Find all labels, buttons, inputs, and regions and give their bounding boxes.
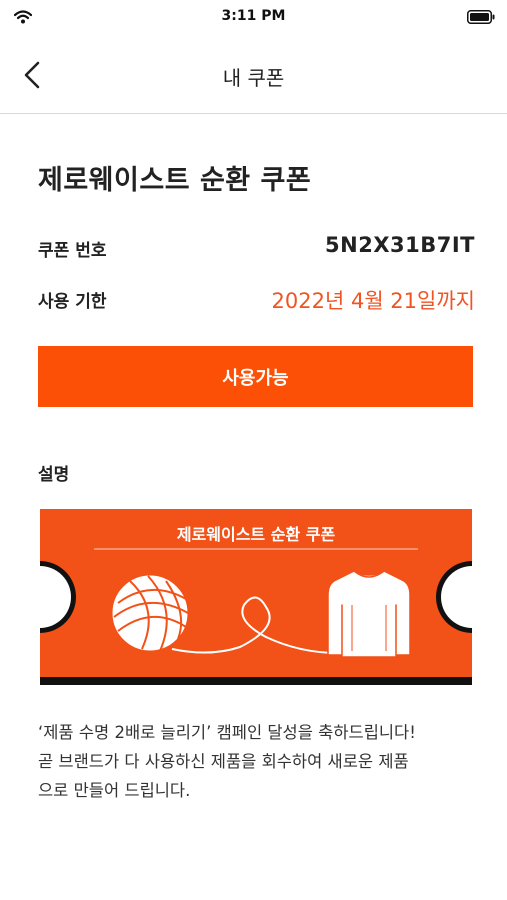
message-line: 으로 만들어 드립니다. <box>38 781 191 800</box>
yarn-string <box>171 596 339 654</box>
page-title: 내 쿠폰 <box>222 66 285 90</box>
expiry-value: 2022년 4월 21일까지 <box>271 289 475 313</box>
use-coupon-button[interactable]: 사용가능 <box>38 346 473 407</box>
message-line: 곧 브랜드가 다 사용하신 제품을 회수하여 새로운 제품 <box>38 752 409 771</box>
coupon-ticket-image: 제로웨이스트 순환 쿠폰 <box>40 509 472 685</box>
expiry-label: 사용 기한 <box>38 292 107 312</box>
coupon-code-label: 쿠폰 번호 <box>38 241 107 261</box>
status-bar: 3:11 PM <box>0 0 507 36</box>
coupon-message: ‘제품 수명 2배로 늘리기’ 캠페인 달성을 축하드립니다! 곧 브랜드가 다… <box>38 718 478 805</box>
status-time: 3:11 PM <box>221 8 286 24</box>
coupon-title: 제로웨이스트 순환 쿠폰 <box>38 165 312 196</box>
nav-bar: 내 쿠폰 <box>0 36 507 114</box>
coupon-code-value: 5N2X31B7IT <box>325 233 475 257</box>
sweater-icon <box>327 570 411 658</box>
description-heading: 설명 <box>38 465 70 485</box>
ticket-title: 제로웨이스트 순환 쿠폰 <box>176 525 336 544</box>
message-line: ‘제품 수명 2배로 늘리기’ 캠페인 달성을 축하드립니다! <box>38 723 416 742</box>
battery-icon <box>467 10 495 24</box>
